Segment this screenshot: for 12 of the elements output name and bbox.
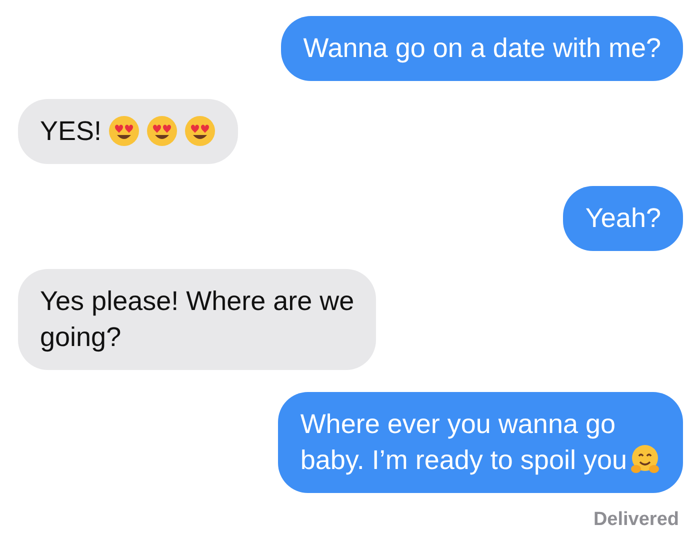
heart-eyes-face-icon: [146, 115, 178, 147]
message-text: Yeah?: [585, 202, 661, 235]
message-text: Yes please! Where are we: [40, 285, 354, 318]
message-text: Where ever you wanna go: [300, 408, 616, 441]
heart-eyes-face-icon: [184, 115, 216, 147]
message-text: going?: [40, 321, 122, 354]
message-text: baby. I’m ready to spoil you: [300, 444, 627, 477]
heart-eyes-face-icon: [108, 115, 140, 147]
message-text: Wanna go on a date with me?: [303, 32, 661, 65]
message-text: YES!: [40, 115, 102, 148]
hugging-face-icon: [629, 444, 661, 476]
delivery-status: Delivered: [593, 509, 679, 531]
